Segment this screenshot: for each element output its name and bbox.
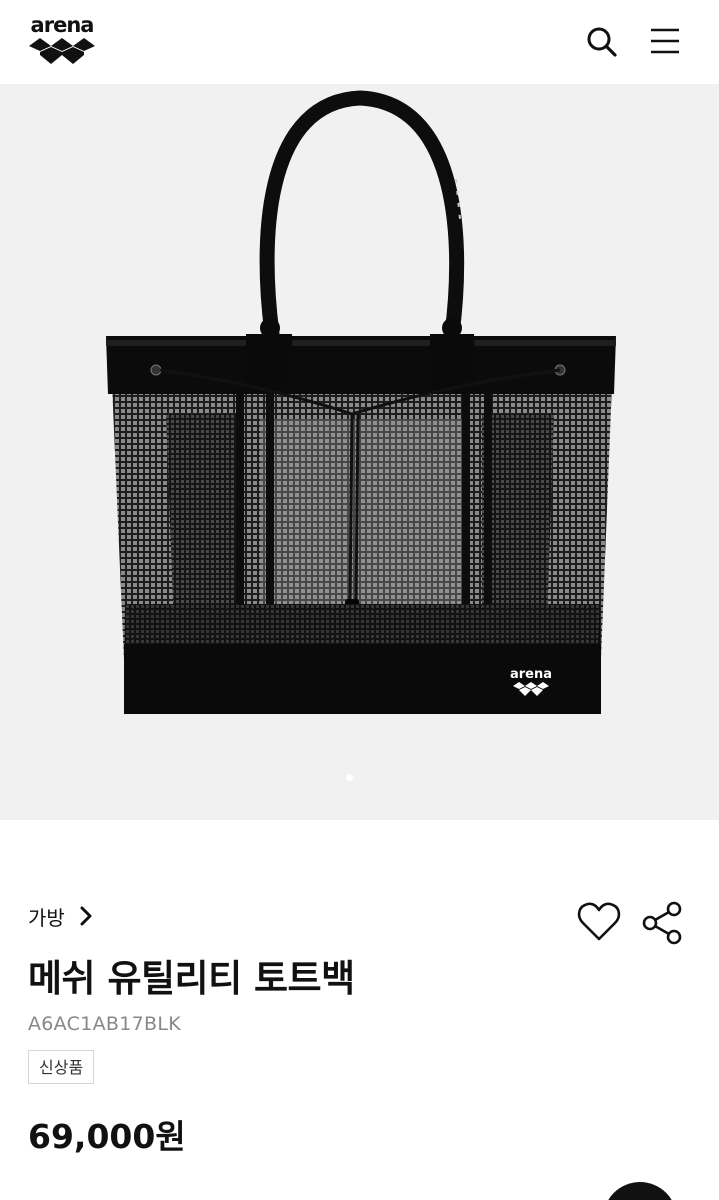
- breadcrumb[interactable]: 가방: [28, 902, 93, 930]
- menu-icon[interactable]: [645, 22, 685, 62]
- product-image-tote-bag: arena: [106, 90, 616, 714]
- chevron-right-icon: [80, 906, 92, 926]
- product-title: 메쉬 유틸리티 토트백: [28, 957, 355, 1000]
- share-icon[interactable]: [640, 900, 684, 946]
- breadcrumb-category[interactable]: 가방: [28, 902, 65, 931]
- floating-action-button[interactable]: [603, 1182, 677, 1200]
- search-icon[interactable]: [582, 22, 622, 62]
- bag-logo-text: arena: [510, 667, 552, 682]
- product-info: 가방 메쉬 유틸리티 토트백 A6AC1AB17BLK 신상품 69,000원: [0, 820, 719, 1200]
- heart-icon[interactable]: [576, 900, 622, 944]
- product-image-gallery[interactable]: arena: [0, 84, 719, 820]
- carousel-pager-dot[interactable]: [346, 774, 353, 781]
- brand-logo[interactable]: arena: [28, 14, 96, 68]
- brand-logo-text: arena: [30, 13, 95, 37]
- product-price: 69,000원: [28, 1117, 186, 1156]
- new-product-badge: 신상품: [28, 1050, 95, 1084]
- product-detail-page: arena arena 가방 메쉬 유틸리티 토트백 A6AC1AB17BLK …: [0, 0, 719, 1200]
- product-code: A6AC1AB17BLK: [28, 1013, 181, 1035]
- top-header: arena: [0, 0, 719, 84]
- arena-diamond-icon: [29, 38, 95, 64]
